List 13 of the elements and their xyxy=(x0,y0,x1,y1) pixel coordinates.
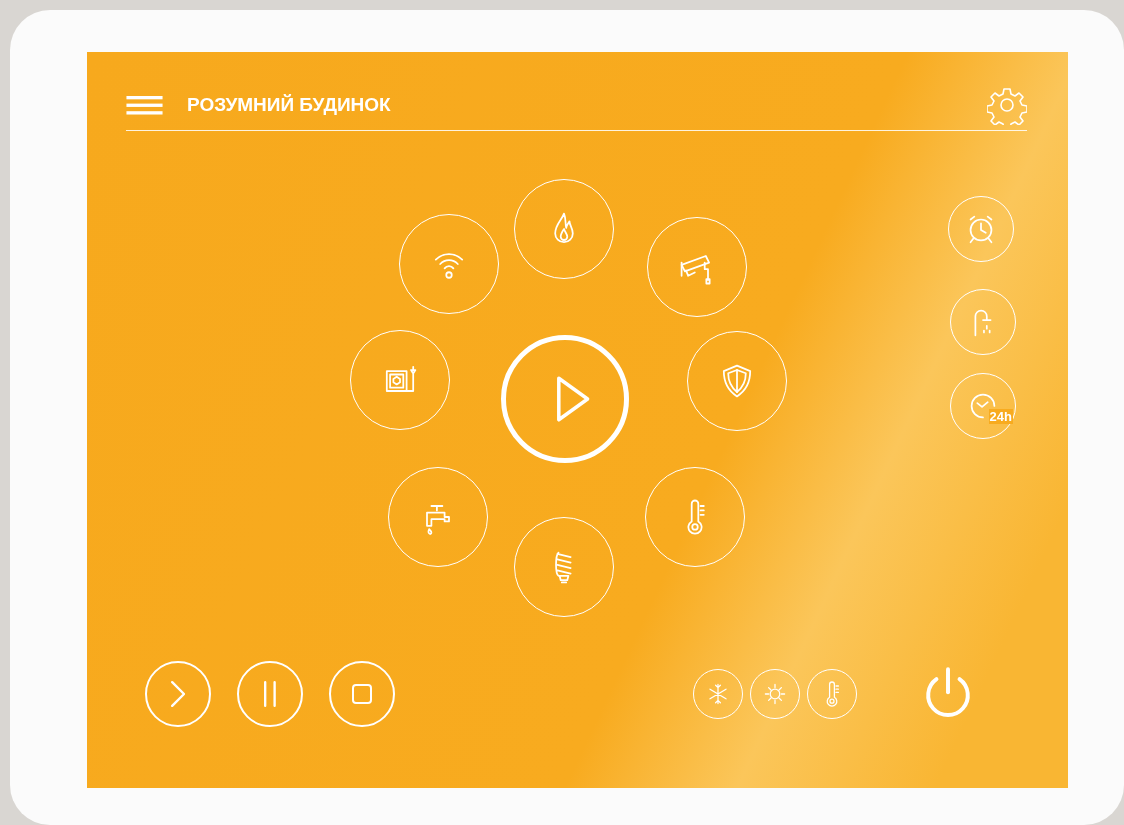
hours-label: 24h xyxy=(988,409,1013,424)
round-button[interactable] xyxy=(329,661,395,727)
settings-icon[interactable] xyxy=(987,85,1027,125)
pause-icon xyxy=(264,681,276,707)
round-button[interactable] xyxy=(237,661,303,727)
app-title: РОЗУМНИЙ БУДИНОК xyxy=(187,94,391,116)
round-button[interactable] xyxy=(501,335,629,463)
round-button[interactable] xyxy=(750,669,800,719)
round-button[interactable] xyxy=(145,661,211,727)
round-button[interactable] xyxy=(807,669,857,719)
menu-icon[interactable] xyxy=(126,95,163,115)
round-button[interactable] xyxy=(693,669,743,719)
chevron-right-icon xyxy=(170,681,186,707)
